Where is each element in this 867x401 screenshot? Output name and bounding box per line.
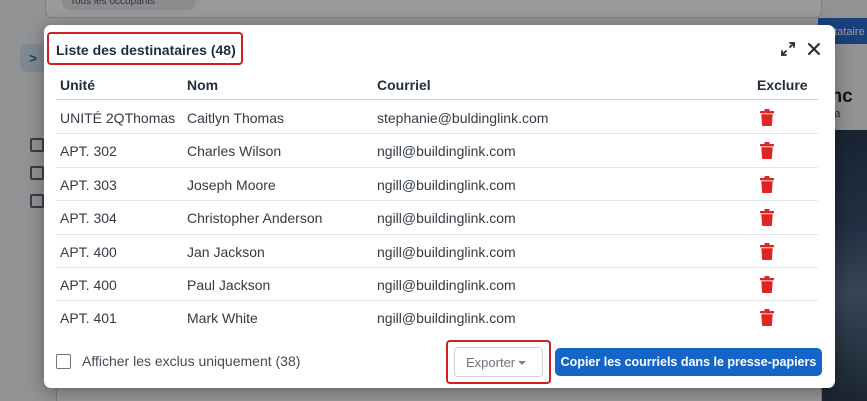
cell-unit: APT. 400 — [60, 276, 117, 293]
modal-title: Liste des destinataires (48) — [56, 42, 236, 58]
table-row: APT. 303 Joseph Moore ngill@buildinglink… — [56, 168, 818, 202]
column-header-exclude: Exclure — [757, 77, 808, 93]
cell-name: Paul Jackson — [187, 276, 271, 293]
table-row: APT. 401 Mark White ngill@buildinglink.c… — [56, 301, 818, 334]
show-excluded-checkbox[interactable] — [56, 354, 71, 369]
copy-emails-button[interactable]: Copier les courriels dans le presse-papi… — [555, 348, 822, 376]
cell-email: ngill@buildinglink.com — [377, 143, 516, 160]
recipients-modal: Liste des destinataires (48) Unité Nom C… — [44, 25, 835, 388]
cell-email: ngill@buildinglink.com — [377, 276, 516, 293]
trash-icon[interactable] — [760, 142, 774, 160]
cell-unit: APT. 304 — [60, 210, 117, 227]
cell-email: ngill@buildinglink.com — [377, 210, 516, 227]
cell-email: ngill@buildinglink.com — [377, 243, 516, 260]
table-row: APT. 400 Paul Jackson ngill@buildinglink… — [56, 268, 818, 302]
cell-name: Christopher Anderson — [187, 210, 323, 227]
cell-unit: UNITÉ 2QThomas — [60, 110, 176, 126]
expand-icon[interactable] — [779, 40, 797, 58]
column-header-name: Nom — [187, 77, 219, 93]
cell-name: Mark White — [187, 310, 258, 327]
show-excluded-label[interactable]: Afficher les exclus uniquement (38) — [82, 353, 300, 369]
cell-name: Charles Wilson — [187, 143, 282, 160]
cell-unit: APT. 401 — [60, 310, 117, 327]
cell-unit: APT. 303 — [60, 176, 117, 193]
column-header-unit: Unité — [60, 77, 95, 93]
cell-name: Jan Jackson — [187, 243, 265, 260]
cell-email: stephanie@buldinglink.com — [377, 110, 549, 126]
cell-unit: APT. 302 — [60, 143, 117, 160]
table-row: APT. 400 Jan Jackson ngill@buildinglink.… — [56, 235, 818, 268]
table-row: UNITÉ 2QThomas Caitlyn Thomas stephanie@… — [56, 101, 818, 135]
trash-icon[interactable] — [760, 109, 774, 126]
cell-name: Joseph Moore — [187, 176, 276, 193]
export-dropdown-button[interactable]: Exporter — [454, 347, 543, 377]
recipients-table-body: UNITÉ 2QThomas Caitlyn Thomas stephanie@… — [56, 101, 818, 335]
cell-name: Caitlyn Thomas — [187, 110, 285, 126]
cell-email: ngill@buildinglink.com — [377, 176, 516, 193]
cell-email: ngill@buildinglink.com — [377, 310, 516, 327]
trash-icon[interactable] — [760, 209, 774, 227]
cell-unit: APT. 400 — [60, 243, 117, 260]
table-row: APT. 304 Christopher Anderson ngill@buil… — [56, 201, 818, 235]
table-header: Unité Nom Courriel Exclure — [56, 72, 818, 100]
trash-icon[interactable] — [760, 275, 774, 293]
trash-icon[interactable] — [760, 175, 774, 193]
close-icon[interactable] — [805, 40, 823, 58]
caret-down-icon[interactable] — [518, 361, 526, 365]
trash-icon[interactable] — [760, 309, 774, 327]
trash-icon[interactable] — [760, 242, 774, 260]
column-header-email: Courriel — [377, 77, 431, 93]
table-row: APT. 302 Charles Wilson ngill@buildingli… — [56, 134, 818, 168]
